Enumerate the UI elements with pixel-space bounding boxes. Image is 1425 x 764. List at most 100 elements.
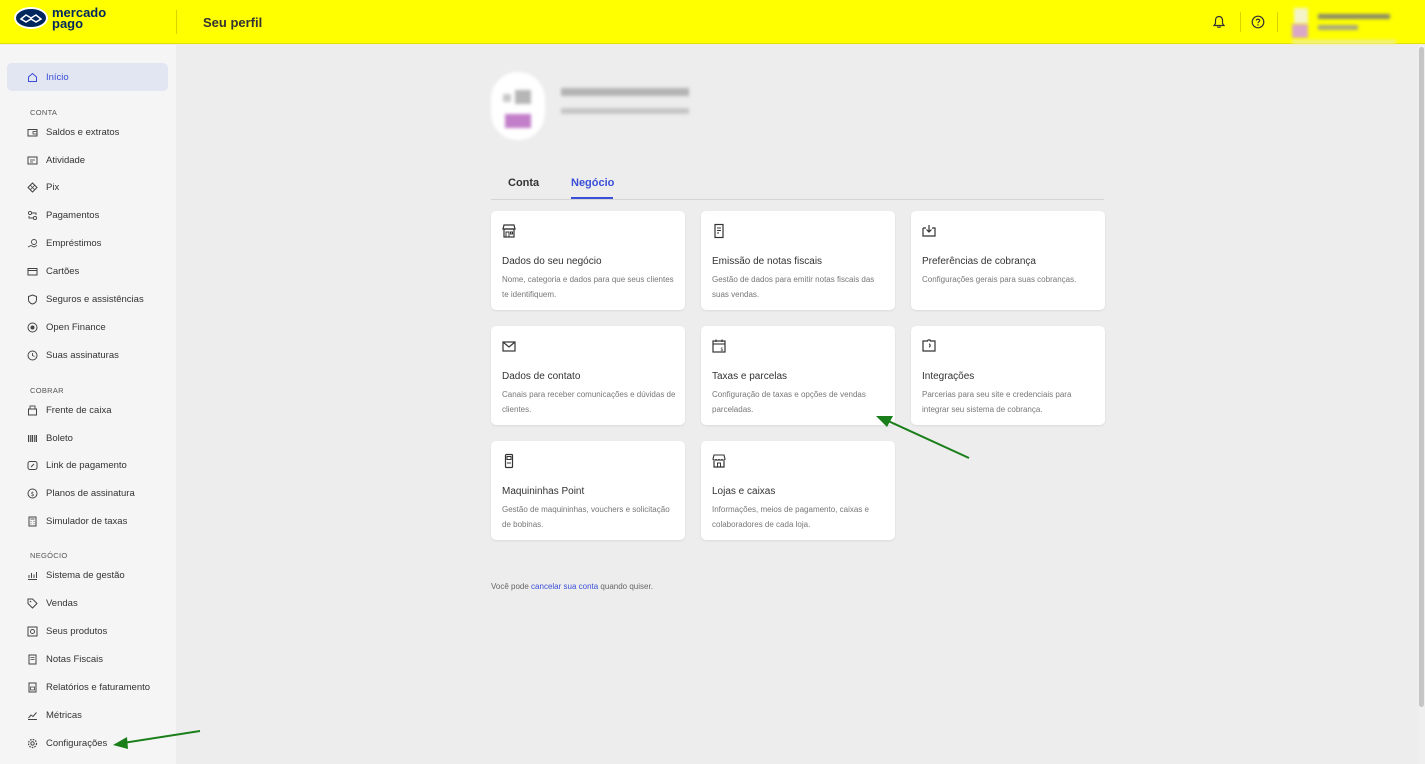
card-lojas-e-caixas[interactable]: Lojas e caixas Informações, meios de pag… [701,441,895,540]
cancel-account-link[interactable]: cancelar sua conta [531,582,598,591]
sidebar-item-pagamentos[interactable]: Pagamentos [26,207,99,223]
card-title: Dados de contato [502,371,581,382]
link-icon [26,459,38,471]
store-icon [501,223,517,239]
sidebar-item-home-label[interactable]: Início [26,69,69,85]
puzzle-icon [921,338,937,354]
report-icon [26,681,38,693]
card-title: Emissão de notas fiscais [712,256,823,267]
card-preferencias-cobranca[interactable]: Preferências de cobrança Configurações g… [911,211,1105,310]
home-icon [26,71,38,83]
sidebar-item-link-de-pagamento[interactable]: Link de pagamento [26,457,127,473]
header-separator [1277,12,1278,32]
sidebar-item-metricas[interactable]: Métricas [26,707,82,723]
download-tray-icon [921,223,937,239]
calculator-icon [26,515,38,527]
loan-icon [26,237,38,249]
card-emissao-notas[interactable]: Emissão de notas fiscais Gestão de dados… [701,211,895,310]
profile-avatar [491,72,545,140]
sidebar-item-planos[interactable]: $ Planos de assinatura [26,485,135,501]
pix-icon [26,181,38,193]
open-finance-icon [26,321,38,333]
metrics-icon [26,709,38,721]
sidebar-item-configuracoes[interactable]: Configurações [26,735,107,751]
card-dados-de-contato[interactable]: Dados de contato Canais para receber com… [491,326,685,425]
sidebar-item-boleto[interactable]: Boleto [26,430,73,446]
card-title: Dados do seu negócio [502,256,602,267]
header-divider [176,10,177,34]
mercado-pago-logo[interactable]: mercado pago [14,6,106,30]
activity-icon [26,154,38,166]
calendar-money-icon: $ [711,338,727,354]
card-description: Nome, categoria e dados para que seus cl… [502,275,674,299]
sidebar-item-seus-produtos[interactable]: Seus produtos [26,623,107,639]
card-title: Integrações [922,371,975,382]
card-integracoes[interactable]: Integrações Parcerias para seu site e cr… [911,326,1105,425]
profile-tabs: Conta Negócio [491,170,1104,200]
card-description: Informações, meios de pagamento, caixas … [712,505,869,529]
card-title: Maquininhas Point [502,486,585,497]
plan-icon: $ [26,487,38,499]
section-title-cobrar: COBRAR [30,386,64,395]
top-header: mercado pago Seu perfil [0,0,1425,44]
card-description: Gestão de dados para emitir notas fiscai… [712,275,875,299]
sidebar-item-seguros[interactable]: Seguros e assistências [26,291,144,307]
scrollbar-thumb[interactable] [1419,47,1424,707]
sidebar-item-frente-de-caixa[interactable]: Frente de caixa [26,402,111,418]
card-title: Preferências de cobrança [922,256,1036,267]
card-taxas-e-parcelas[interactable]: $ Taxas e parcelas Configuração de taxas… [701,326,895,425]
section-title-conta: CONTA [30,108,58,117]
header-separator [1240,12,1241,32]
sidebar-item-notas-fiscais[interactable]: Notas Fiscais [26,651,103,667]
card-dados-do-negocio[interactable]: Dados do seu negócio Nome, categoria e d… [491,211,685,310]
card-description: Canais para receber comunicações e dúvid… [502,390,676,414]
svg-text:$: $ [30,491,34,498]
sidebar-item-saldos[interactable]: Saldos e extratos [26,124,119,140]
footer-suffix: quando quiser. [598,582,653,591]
page-title: Seu perfil [203,15,263,30]
sidebar-item-relatorios[interactable]: Relatórios e faturamento [26,679,150,695]
tab-negocio[interactable]: Negócio [571,177,614,189]
shield-icon [26,293,38,305]
active-tab-indicator [571,197,613,199]
cashier-icon [26,404,38,416]
sidebar-item-simulador[interactable]: Simulador de taxas [26,513,127,529]
card-description: Configurações gerais para suas cobranças… [922,275,1077,284]
section-title-negocio: NEGÓCIO [30,551,68,560]
wallet-icon [26,126,38,138]
handshake-icon [14,7,48,29]
sidebar-item-vendas[interactable]: Vendas [26,595,78,611]
envelope-icon [501,338,517,354]
sidebar-item-assinaturas[interactable]: Suas assinaturas [26,347,119,363]
sidebar-item-pix[interactable]: Pix [26,179,59,195]
sidebar-item-atividade[interactable]: Atividade [26,152,85,168]
sidebar-item-cartoes[interactable]: Cartões [26,263,79,279]
card-title: Lojas e caixas [712,486,776,497]
receipt-icon [711,223,727,239]
card-description: Gestão de maquininhas, vouchers e solici… [502,505,670,529]
barcode-icon [26,432,38,444]
gear-icon [26,737,38,749]
invoice-icon [26,653,38,665]
sidebar: Início CONTA Saldos e extratos Atividade… [0,45,176,764]
user-account-menu[interactable] [1292,6,1396,46]
card-description: Configuração de taxas e opções de vendas… [712,390,866,414]
svg-text:$: $ [720,347,723,353]
products-icon [26,625,38,637]
tab-conta[interactable]: Conta [508,177,539,189]
payments-icon [26,209,38,221]
cancel-account-note: Você pode cancelar sua conta quando quis… [491,582,653,591]
card-description: Parcerias para seu site e credenciais pa… [922,390,1072,414]
sidebar-item-emprestimos[interactable]: Empréstimos [26,235,101,251]
shop-icon [711,453,727,469]
tag-icon [26,597,38,609]
pos-terminal-icon [501,453,517,469]
sidebar-item-sistema-de-gestao[interactable]: Sistema de gestão [26,567,125,583]
card-icon [26,265,38,277]
bell-icon[interactable] [1209,12,1229,32]
help-icon[interactable] [1248,12,1268,32]
sidebar-item-open-finance[interactable]: Open Finance [26,319,106,335]
card-title: Taxas e parcelas [712,371,788,382]
card-maquininhas-point[interactable]: Maquininhas Point Gestão de maquininhas,… [491,441,685,540]
subscription-icon [26,349,38,361]
